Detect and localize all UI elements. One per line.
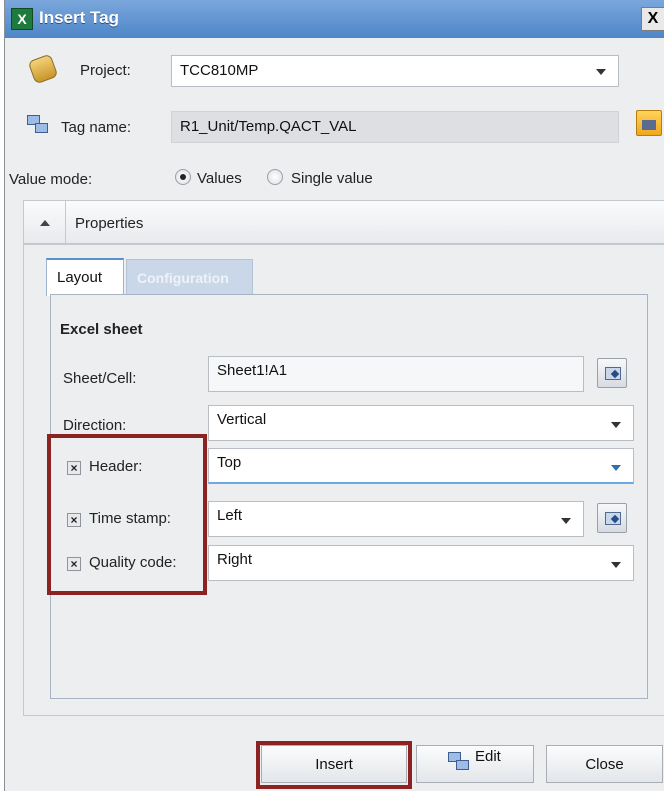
header-select[interactable]: Top bbox=[208, 448, 634, 484]
project-select[interactable]: TCC810MP bbox=[171, 55, 619, 87]
direction-label: Direction: bbox=[63, 417, 127, 434]
chevron-down-icon bbox=[611, 422, 621, 428]
tag-icon bbox=[27, 115, 51, 135]
cell-picker-button[interactable] bbox=[597, 358, 627, 388]
highlight-checkboxes bbox=[47, 434, 207, 595]
excel-icon: X bbox=[11, 8, 33, 30]
sheet-cell-input[interactable]: Sheet1!A1 bbox=[208, 356, 584, 392]
tag-icon bbox=[448, 752, 472, 772]
quality-value: Right bbox=[217, 551, 253, 568]
timestamp-picker-button[interactable] bbox=[597, 503, 627, 533]
timestamp-value: Left bbox=[217, 507, 243, 524]
tab-layout[interactable]: Layout bbox=[46, 258, 124, 296]
window-title: Insert Tag bbox=[39, 8, 119, 27]
chevron-down-icon bbox=[611, 465, 621, 471]
header-value: Top bbox=[217, 454, 242, 471]
paperclip-icon bbox=[27, 53, 59, 85]
divider bbox=[65, 200, 66, 244]
collapse-icon[interactable] bbox=[40, 220, 50, 226]
insert-tag-dialog: X Insert Tag X Project: TCC810MP Tag nam… bbox=[4, 0, 664, 791]
timestamp-select[interactable]: Left bbox=[208, 501, 584, 537]
tag-name-field: R1_Unit/Temp.QACT_VAL bbox=[171, 111, 619, 143]
excel-sheet-title: Excel sheet bbox=[60, 321, 143, 338]
radio-single-value[interactable] bbox=[267, 169, 283, 185]
project-label: Project: bbox=[80, 62, 131, 79]
chevron-down-icon bbox=[611, 562, 621, 568]
chevron-down-icon bbox=[596, 69, 606, 75]
properties-title: Properties bbox=[75, 215, 144, 232]
sheet-cell-label: Sheet/Cell: bbox=[63, 370, 137, 387]
direction-value: Vertical bbox=[217, 411, 267, 428]
highlight-insert bbox=[256, 741, 412, 789]
close-window-button[interactable]: X bbox=[641, 7, 664, 31]
edit-button[interactable]: Edit bbox=[416, 745, 534, 783]
quality-select[interactable]: Right bbox=[208, 545, 634, 581]
cell-picker-icon bbox=[605, 367, 621, 380]
project-value: TCC810MP bbox=[180, 62, 259, 79]
radio-values[interactable] bbox=[175, 169, 191, 185]
chevron-down-icon bbox=[561, 518, 571, 524]
tag-name-label: Tag name: bbox=[61, 119, 132, 136]
title-bar: X Insert Tag X bbox=[5, 0, 664, 38]
direction-select[interactable]: Vertical bbox=[208, 405, 634, 441]
edit-label: Edit bbox=[475, 748, 501, 765]
value-mode-label: Value mode: bbox=[9, 171, 93, 188]
cell-picker-icon bbox=[605, 512, 621, 525]
tab-configuration[interactable]: Configuration bbox=[126, 259, 253, 297]
folder-browse-icon[interactable] bbox=[636, 110, 662, 136]
radio-values-label: Values bbox=[197, 170, 242, 187]
radio-single-value-label: Single value bbox=[291, 170, 373, 187]
close-button[interactable]: Close bbox=[546, 745, 663, 783]
